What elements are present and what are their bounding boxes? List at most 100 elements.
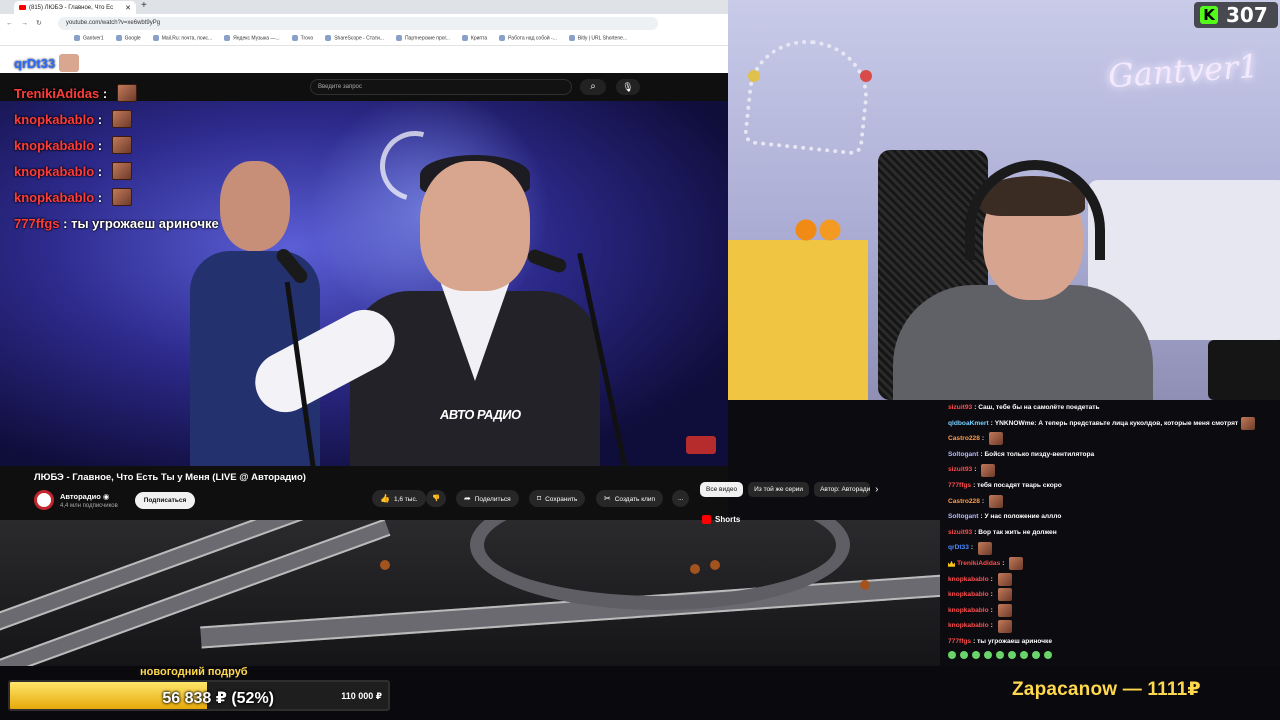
chat-username[interactable]: Soltogant [948,447,978,463]
tree [710,560,720,570]
chips-next-icon[interactable]: › [875,482,878,497]
chat-username[interactable]: Soltogant [948,509,978,525]
forward-icon[interactable]: → [21,20,28,27]
bookmark-item[interactable]: Яндекс Музыка —... [224,35,279,42]
bookmark-item[interactable]: Bitly | URL Shortene... [569,35,627,42]
chat-message: Вор так жить не должен [978,528,1057,536]
mic-icon[interactable]: 🎙 [616,79,640,95]
browser-tab[interactable]: (815) ЛЮБЭ - Главное, Что Ес ✕ [14,1,136,14]
chat-emote-icon [988,432,1003,446]
chat-emote-icon [997,588,1012,602]
emote-picker-icon[interactable] [1044,650,1052,659]
streamer [883,140,1153,400]
mousepad [1208,340,1280,400]
chat-emote-icon [977,541,992,555]
chat-separator: : [990,622,995,630]
chat-username[interactable]: knopkabablo [948,572,989,588]
back-icon[interactable]: ← [6,20,13,27]
ornament [748,70,760,82]
chat-username[interactable]: sizuit93 [948,400,972,416]
chat-separator: : [94,189,106,205]
chat-username[interactable]: 777ffgs [948,478,971,494]
chip-author[interactable]: Автор: Авторадио [814,482,871,497]
chat-emote-icon [111,162,132,180]
more-actions-button[interactable]: ... [672,490,690,507]
new-tab-icon[interactable]: + [141,0,147,11]
bookmark-item[interactable]: Mail.Ru: почта, поис... [153,35,212,42]
chat-username[interactable]: Castro228 [948,494,980,510]
emote-bar [940,650,1280,663]
side-chat-line: knopkabablo: [940,587,1280,603]
chat-username[interactable]: qldboaKmert [948,416,989,432]
overlay-chat-line: knopkabablo : [14,132,219,158]
side-chat-line: TrenikiAdidas: [940,556,1280,572]
bookmark-item[interactable]: Партнерские прог... [396,35,450,42]
address-bar[interactable]: youtube.com/watch?v=xe6wbt9yPg [57,16,658,30]
user-avatar [59,54,80,72]
bookmark-item[interactable]: Работа над собой -... [499,35,557,42]
chip-all-videos[interactable]: Все видео [700,482,744,497]
chat-username[interactable]: knopkabablo [948,587,989,603]
emote-picker-icon[interactable] [1008,650,1016,659]
omnibar: ← → ↻ youtube.com/watch?v=xe6wbt9yPg [0,14,728,32]
overlay-chat-line: knopkabablo : [14,106,219,132]
dislike-button[interactable]: 👎 [426,490,447,507]
channel-name[interactable]: Авторадио ◉ [60,492,109,501]
chat-separator: : [99,85,111,101]
search-input[interactable]: Введите запрос [310,79,572,95]
emote-picker-icon[interactable] [948,650,956,659]
overlay-chat: TrenikiAdidas : knopkabablo : knopkababl… [14,80,219,236]
chat-username: knopkabablo [14,163,95,179]
chat-username[interactable]: qrDt33 [948,540,969,556]
chat-username[interactable]: sizuit93 [948,462,972,478]
chat-username[interactable]: knopkabablo [948,618,989,634]
share-button[interactable]: ➦ Поделиться [456,490,519,507]
chat-username[interactable]: Castro228 [948,431,980,447]
emote-picker-icon[interactable] [960,650,968,659]
chat-separator: : [981,435,986,443]
emote-picker-icon[interactable] [1020,650,1028,659]
chat-separator: : [974,466,979,474]
tab-title: (815) ЛЮБЭ - Главное, Что Ес [29,4,114,11]
webcam-feed: Gantver1 [728,0,1280,400]
clip-button[interactable]: ✂ Создать клип [596,490,664,507]
chat-separator: : [990,591,995,599]
emote-picker-icon[interactable] [996,650,1004,659]
chat-separator: : [981,497,986,505]
chat-username[interactable]: TrenikiAdidas [957,556,1000,572]
emote-picker-icon[interactable] [1032,650,1040,659]
chip-same-series[interactable]: Из той же серии [748,482,810,497]
shorts-header[interactable]: Shorts [702,515,740,524]
background-video [0,520,940,666]
side-chat-line: Soltogant: Бойся только пизду-вентилятор… [940,447,1280,463]
tab-close-icon[interactable]: ✕ [125,4,131,12]
side-chat-line: Soltogant: У нас положение аллло [940,509,1280,525]
like-button[interactable]: 👍 1,6 тыс. [372,490,426,507]
chat-username[interactable]: sizuit93 [948,525,972,541]
browser-window: (815) ЛЮБЭ - Главное, Что Ес ✕ + ← → ↻ y… [0,0,728,520]
chat-username[interactable]: 777ffgs [948,634,971,650]
goal-progress-text: 56 838 ₽ (52%) [162,690,274,707]
emote-picker-icon[interactable] [984,650,992,659]
oranges [788,215,848,245]
bookmark-item[interactable]: Google [116,35,141,42]
search-icon[interactable]: ⌕ [580,79,606,95]
chat-message: тебя посадят тварь скоро [977,481,1062,489]
channel-avatar[interactable] [34,490,54,510]
chat-emote-icon [997,619,1012,633]
goal-target: 110 000 ₽ [341,691,382,701]
bookmark-item[interactable]: Крипта [462,35,487,42]
side-chat-line: sizuit93: Вор так жить не должен [940,525,1280,541]
overlay-chat-line: knopkabablo : [14,158,219,184]
chat-username[interactable]: knopkabablo [948,603,989,619]
thumbs-down-icon: 👎 [432,495,441,502]
reload-icon[interactable]: ↻ [36,19,42,27]
ornament [860,70,872,82]
chat-username: knopkabablo [14,189,95,205]
subscribe-button[interactable]: Подписаться [135,492,195,509]
save-button[interactable]: ⌑ Сохранить [529,490,586,507]
bookmark-item[interactable]: Gantver1 [74,35,104,42]
bookmark-item[interactable]: Trovo [292,35,314,42]
bookmark-item[interactable]: ShareScope - Стати... [325,35,384,42]
emote-picker-icon[interactable] [972,650,980,659]
